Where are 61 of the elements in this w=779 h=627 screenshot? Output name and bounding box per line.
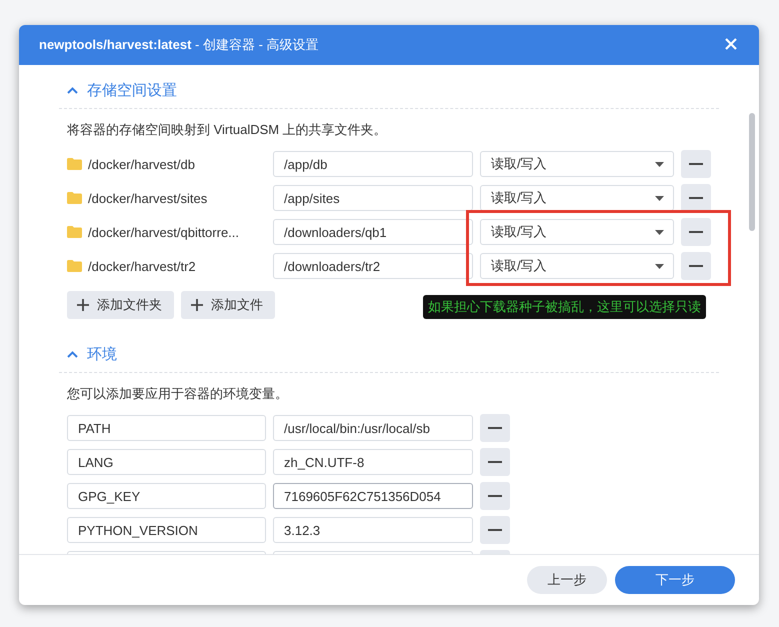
- remove-button[interactable]: [480, 482, 510, 510]
- caret-icon: [655, 196, 664, 200]
- remove-button[interactable]: [681, 184, 711, 212]
- permission-dropdown[interactable]: 读取/写入: [480, 151, 674, 177]
- variable-name-field[interactable]: PATH: [67, 415, 266, 441]
- variable-value-field[interactable]: /usr/local/bin:/usr/local/sb: [273, 415, 473, 441]
- chevron-up-icon: [67, 351, 78, 358]
- host-path: /docker/harvest/qbittorre...: [88, 224, 240, 240]
- section-header[interactable]: 存储空间设置: [59, 77, 719, 109]
- next-button[interactable]: 下一步: [615, 566, 735, 594]
- caret-icon: [655, 264, 664, 268]
- folder-icon: [67, 260, 82, 272]
- minus-icon: [689, 197, 703, 199]
- variable-name-field[interactable]: LANG: [67, 449, 266, 475]
- caret-icon: [655, 230, 664, 234]
- close-button[interactable]: [725, 38, 739, 52]
- add-button[interactable]: 添加文件夹: [67, 291, 174, 319]
- host-path: /docker/harvest/tr2: [88, 258, 196, 274]
- plus-icon: [191, 299, 203, 311]
- folder-icon: [67, 226, 82, 238]
- caret-icon: [655, 162, 664, 166]
- variable-name-field[interactable]: PYTHON_VERSION: [67, 517, 266, 543]
- permission-dropdown[interactable]: 读取/写入: [480, 253, 674, 279]
- mount-path-field[interactable]: /downloaders/tr2: [273, 253, 473, 279]
- variable-value-field[interactable]: zh_CN.UTF-8: [273, 449, 473, 475]
- variable-name-field[interactable]: GPG_KEY: [67, 483, 266, 509]
- mount-path-field[interactable]: /app/db: [273, 151, 473, 177]
- variable-value-field[interactable]: 7169605F62C751356D054: [273, 483, 473, 509]
- plus-icon: [77, 299, 89, 311]
- remove-button[interactable]: [681, 252, 711, 280]
- host-path: /docker/harvest/sites: [88, 190, 208, 206]
- scrollbar-thumb[interactable]: [749, 113, 755, 231]
- mount-path-field[interactable]: /app/sites: [273, 185, 473, 211]
- remove-button[interactable]: [480, 448, 510, 476]
- permission-dropdown[interactable]: 读取/写入: [480, 185, 674, 211]
- remove-button[interactable]: [480, 414, 510, 442]
- permission-dropdown[interactable]: 读取/写入: [480, 219, 674, 245]
- minus-icon: [488, 461, 502, 463]
- window-title: newptools/harvest:latest - 创建容器 - 高级设置: [39, 36, 319, 54]
- minus-icon: [488, 427, 502, 429]
- section-description: 您可以添加要应用于容器的环境变量。: [66, 385, 289, 403]
- variable-value-field[interactable]: 3.12.3: [273, 517, 473, 543]
- section-description: 将容器的存储空间映射到 VirtualDSM 上的共享文件夹。: [66, 121, 388, 139]
- close-icon: [725, 38, 737, 50]
- mount-path-field[interactable]: /downloaders/qb1: [273, 219, 473, 245]
- remove-button[interactable]: [681, 218, 711, 246]
- chevron-up-icon: [67, 87, 78, 94]
- minus-icon: [689, 163, 703, 165]
- host-path: /docker/harvest/db: [88, 156, 195, 172]
- remove-button[interactable]: [681, 150, 711, 178]
- add-button[interactable]: 添加文件: [181, 291, 275, 319]
- minus-icon: [488, 529, 502, 531]
- back-button[interactable]: 上一步: [527, 566, 607, 594]
- minus-icon: [689, 265, 703, 267]
- annotation-note: 如果担心下载器种子被搞乱，这里可以选择只读: [423, 295, 706, 319]
- minus-icon: [689, 231, 703, 233]
- remove-button[interactable]: [480, 516, 510, 544]
- minus-icon: [488, 495, 502, 497]
- folder-icon: [67, 192, 82, 204]
- folder-icon: [67, 158, 82, 170]
- section-header[interactable]: 环境: [59, 341, 719, 373]
